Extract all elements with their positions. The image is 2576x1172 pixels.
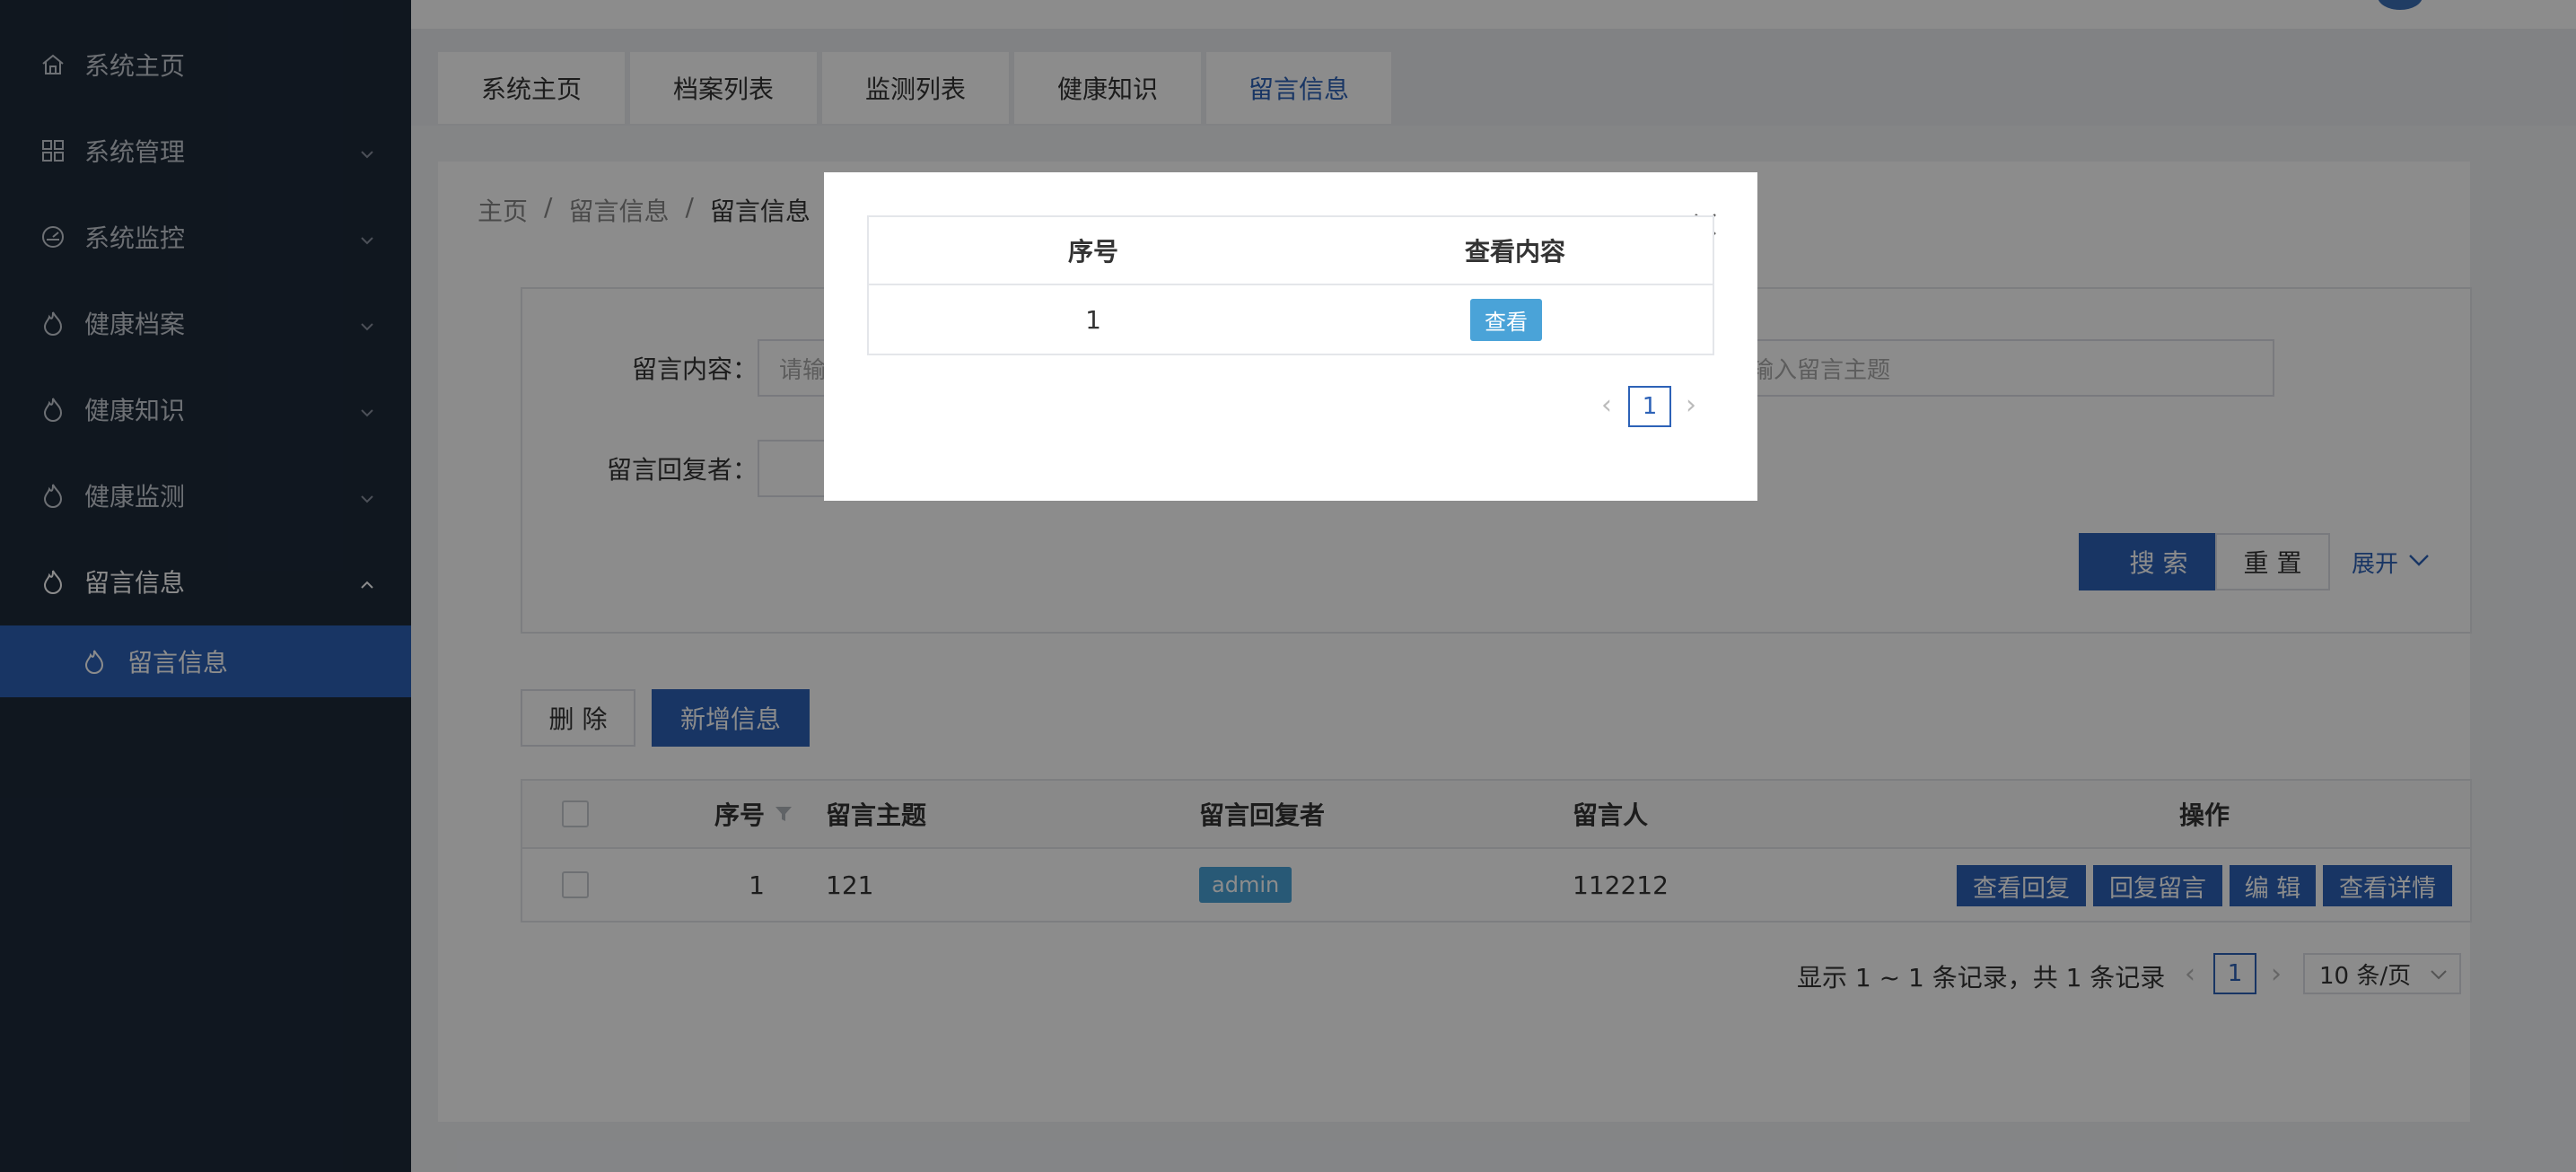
modal-row-index: 1 bbox=[1085, 304, 1101, 335]
modal-table: 序号 查看内容 1 查看 bbox=[867, 215, 1714, 355]
table-row: 1 查看 bbox=[869, 285, 1713, 354]
modal-header-view: 查看内容 bbox=[1464, 237, 1565, 267]
modal-pagination-page[interactable]: 1 bbox=[1628, 386, 1671, 427]
modal-table-header-row: 序号 查看内容 bbox=[869, 217, 1713, 285]
modal-pagination-next-icon[interactable]: › bbox=[1680, 389, 1702, 421]
modal-pagination-prev-icon[interactable]: ‹ bbox=[1596, 389, 1617, 421]
modal-header-index: 序号 bbox=[1067, 237, 1118, 267]
view-button[interactable]: 查看 bbox=[1470, 298, 1542, 341]
modal-row-view: 查看 bbox=[1318, 285, 1695, 354]
